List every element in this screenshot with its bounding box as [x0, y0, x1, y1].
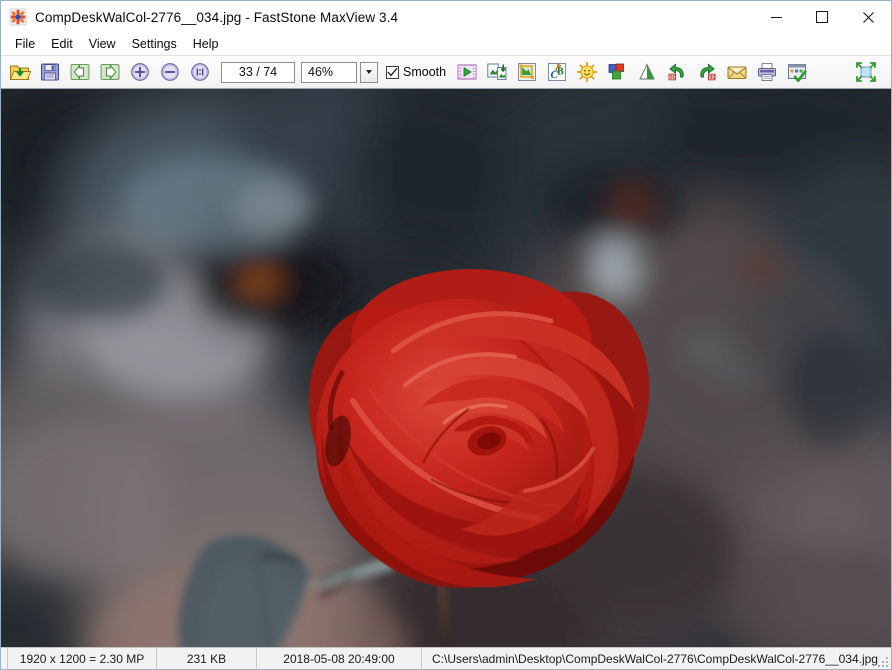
rotate-right-icon: 90 [700, 63, 716, 81]
slideshow-button[interactable] [452, 58, 482, 87]
zoom-level-input[interactable]: 46% [301, 61, 357, 83]
menu-edit[interactable]: Edit [43, 35, 81, 53]
window-controls [753, 1, 891, 33]
toolbar: 33 / 74 46% Smooth C B 90 90 [1, 56, 891, 89]
menu-help[interactable]: Help [185, 35, 227, 53]
next-button[interactable] [95, 58, 125, 87]
smooth-checkbox[interactable] [386, 65, 399, 79]
smooth-label: Smooth [403, 65, 447, 79]
settings-button[interactable] [782, 58, 812, 87]
email-button[interactable] [722, 58, 752, 87]
histogram-icon [639, 63, 655, 80]
settings-icon [788, 64, 807, 82]
crop-button[interactable] [512, 58, 542, 87]
rotate-right-button[interactable]: 90 [692, 58, 722, 87]
brightness-button[interactable] [572, 58, 602, 87]
rotate-left-button[interactable]: 90 [662, 58, 692, 87]
slideshow-icon [457, 64, 477, 80]
color-adjust-button[interactable]: C B [542, 58, 572, 87]
rotate-left-icon: 90 [668, 63, 684, 81]
menu-bar: File Edit View Settings Help [1, 33, 891, 56]
resize-button[interactable] [482, 58, 512, 87]
previous-button[interactable] [65, 58, 95, 87]
open-folder-icon [9, 65, 31, 80]
page-counter[interactable]: 33 / 74 [221, 61, 295, 83]
chevron-down-icon [366, 70, 372, 74]
svg-text:B: B [557, 67, 564, 78]
resize-icon [487, 63, 507, 80]
status-bar: 1920 x 1200 = 2.30 MP 231 KB 2018-05-08 … [1, 647, 891, 670]
zoom-dropdown-button[interactable] [360, 61, 378, 83]
zoom-in-button[interactable] [125, 58, 155, 87]
faststone-maxview-window: CompDeskWalCol-2776__034.jpg - FastStone… [0, 0, 892, 670]
actual-size-icon [191, 63, 209, 81]
status-filesize: 231 KB [157, 647, 257, 670]
histogram-button[interactable] [632, 58, 662, 87]
photo-rose [1, 89, 891, 647]
actual-size-button[interactable] [185, 58, 215, 87]
maximize-button[interactable] [799, 1, 845, 33]
open-folder-button[interactable] [5, 58, 35, 87]
svg-text:90: 90 [670, 75, 676, 81]
email-icon [727, 66, 747, 79]
fullscreen-icon [856, 62, 876, 82]
zoom-out-button[interactable] [155, 58, 185, 87]
status-dimensions: 1920 x 1200 = 2.30 MP [7, 647, 157, 670]
color-effects-icon [608, 63, 624, 80]
menu-file[interactable]: File [7, 35, 43, 53]
save-button[interactable] [35, 58, 65, 87]
status-datetime: 2018-05-08 20:49:00 [257, 647, 422, 670]
check-icon [387, 67, 398, 77]
save-icon [41, 63, 59, 81]
print-icon [758, 63, 777, 81]
crop-icon [518, 63, 537, 81]
color-effects-button[interactable] [602, 58, 632, 87]
next-arrow-icon [100, 64, 120, 80]
color-adjust-icon: C B [548, 63, 567, 81]
window-title: CompDeskWalCol-2776__034.jpg - FastStone… [35, 9, 399, 25]
fullscreen-button[interactable] [851, 58, 881, 87]
faststone-icon [9, 8, 27, 26]
smooth-checkbox-group[interactable]: Smooth [386, 65, 446, 79]
image-viewport[interactable] [1, 89, 891, 647]
title-bar: CompDeskWalCol-2776__034.jpg - FastStone… [1, 1, 891, 33]
previous-arrow-icon [70, 64, 90, 80]
print-button[interactable] [752, 58, 782, 87]
svg-text:90: 90 [709, 75, 715, 81]
zoom-in-icon [131, 63, 149, 81]
minimize-button[interactable] [753, 1, 799, 33]
photo-canvas [1, 89, 891, 647]
menu-settings[interactable]: Settings [124, 35, 185, 53]
close-button[interactable] [845, 1, 891, 33]
status-filepath: C:\Users\admin\Desktop\CompDeskWalCol-27… [432, 651, 878, 666]
zoom-out-icon [161, 63, 179, 81]
brightness-icon [576, 61, 598, 83]
menu-view[interactable]: View [81, 35, 124, 53]
resize-grip-icon[interactable] [875, 654, 888, 667]
